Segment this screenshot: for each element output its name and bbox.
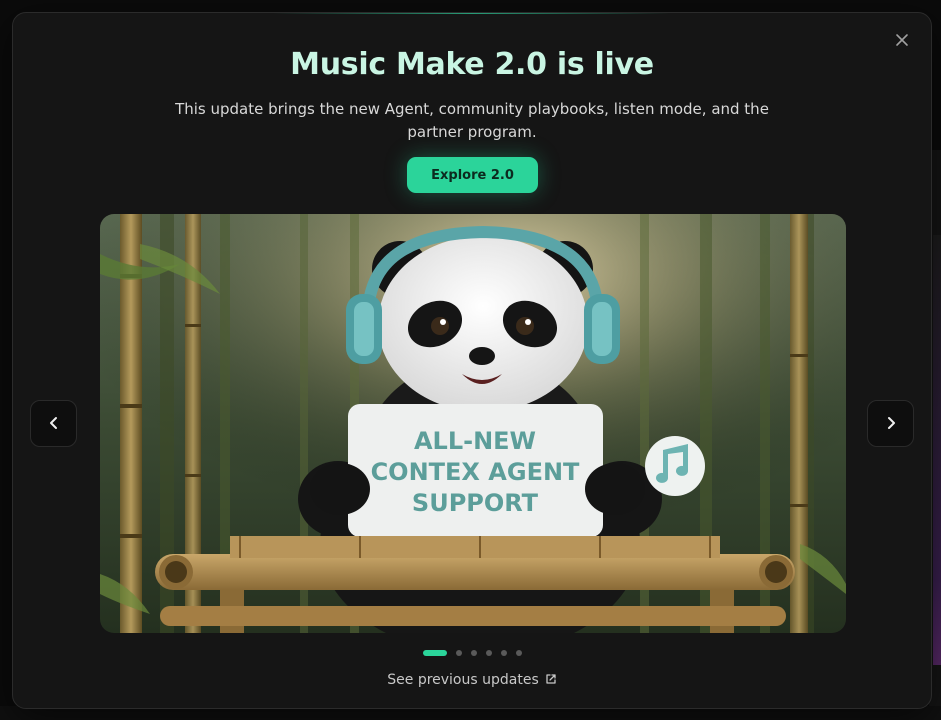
carousel-pagination (13, 649, 931, 657)
see-previous-updates-link[interactable]: See previous updates (13, 672, 931, 689)
music-note-icon (645, 436, 705, 496)
sign-line-3: SUPPORT (412, 489, 539, 517)
carousel-dot-1[interactable] (422, 650, 447, 656)
chevron-left-icon (49, 417, 57, 429)
carousel-prev-button[interactable] (30, 400, 77, 447)
carousel-dot-6[interactable] (515, 650, 522, 656)
modal-subtitle: This update brings the new Agent, commun… (175, 100, 769, 141)
carousel-dot-5[interactable] (500, 650, 507, 656)
carousel-dot-2[interactable] (455, 650, 462, 656)
sign-line-2: CONTEX AGENT (371, 458, 580, 486)
see-previous-updates-label: See previous updates (387, 672, 539, 688)
external-link-icon (545, 673, 557, 689)
explore-button[interactable]: Explore 2.0 (407, 157, 538, 193)
background-app-strip (933, 235, 941, 665)
carousel-dot-3[interactable] (470, 650, 477, 656)
release-announcement-modal: Music Make 2.0 is live This update bring… (12, 12, 932, 709)
carousel-dot-4[interactable] (485, 650, 492, 656)
sign-line-1: ALL-NEW (414, 427, 536, 455)
panda-headphones-illustration: ALL-NEW CONTEX AGENT SUPPORT (100, 214, 846, 633)
chevron-right-icon (887, 417, 895, 429)
carousel-slide: ALL-NEW CONTEX AGENT SUPPORT (100, 214, 846, 633)
carousel-next-button[interactable] (867, 400, 914, 447)
modal-title: Music Make 2.0 is live (290, 47, 654, 82)
